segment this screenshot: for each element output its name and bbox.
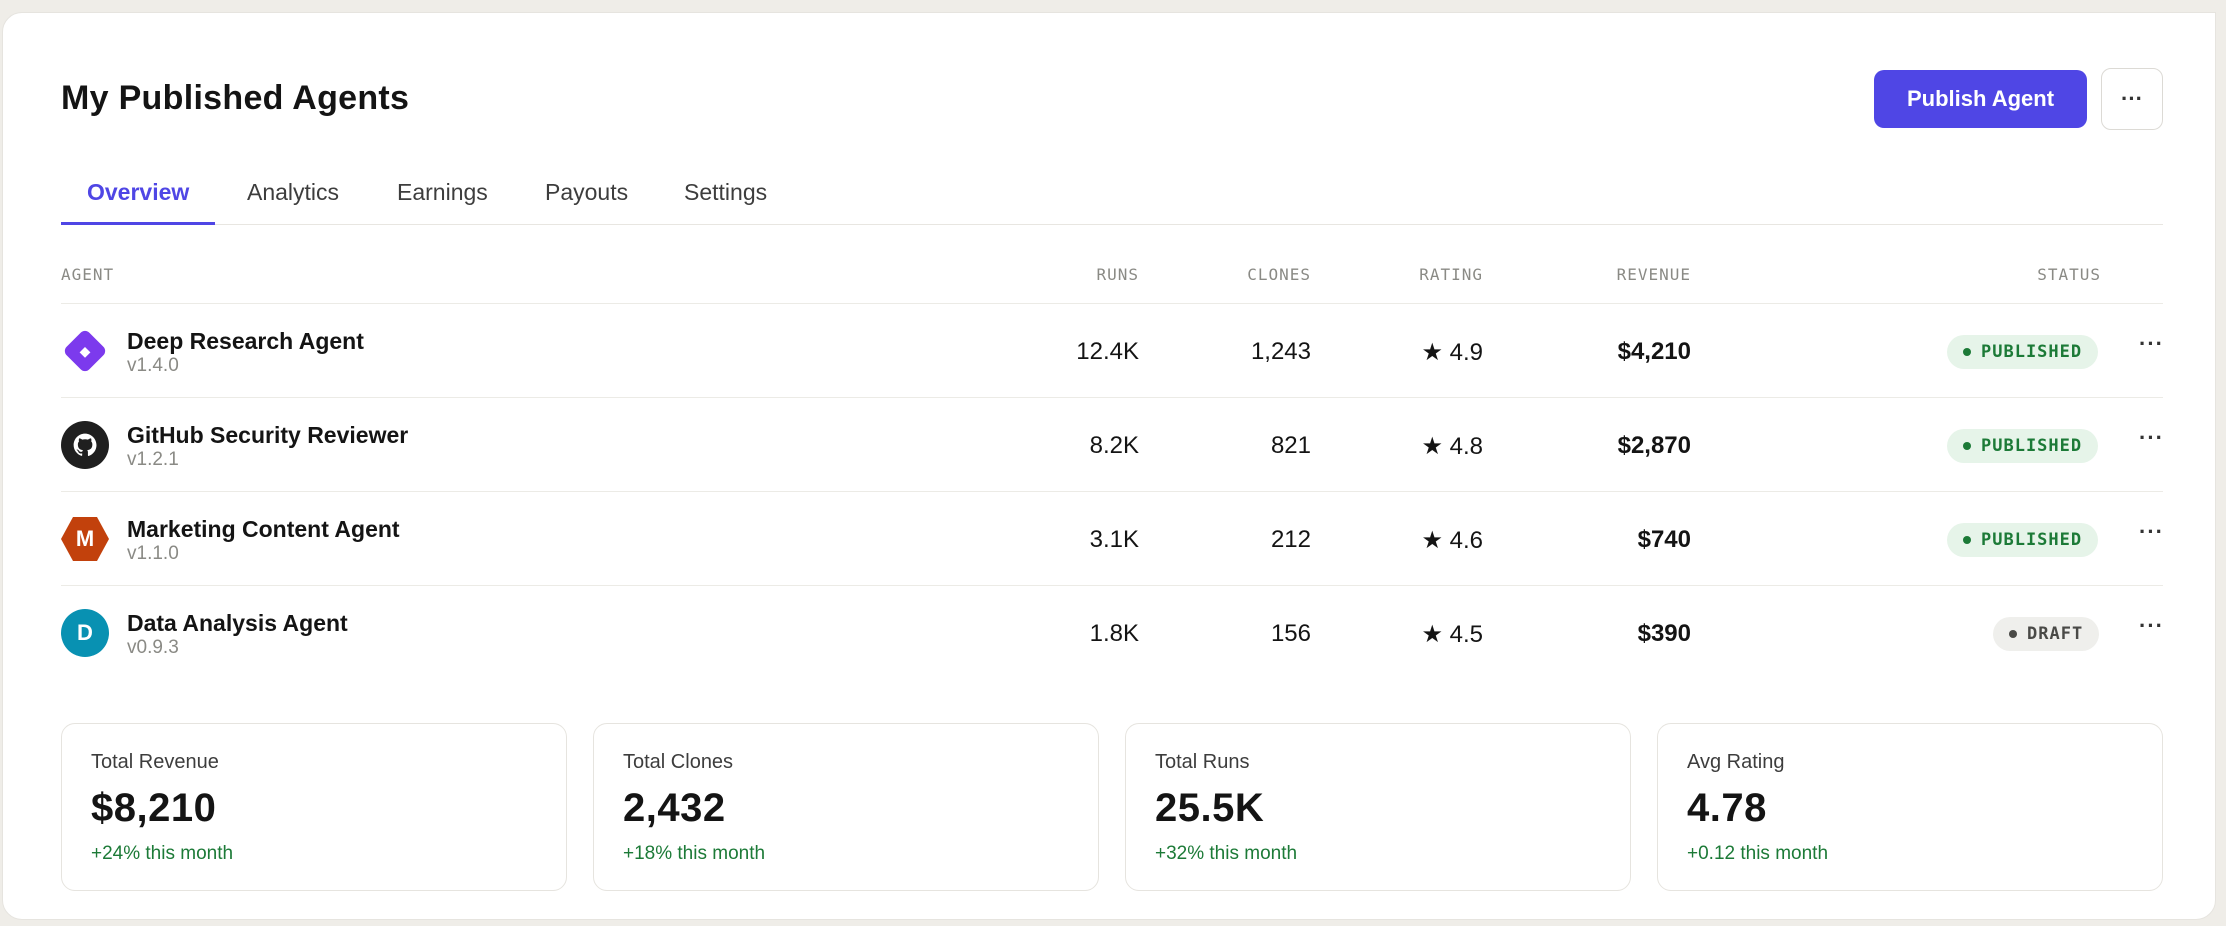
status-badge: DRAFT — [1993, 617, 2100, 651]
stat-label: Total Revenue — [91, 751, 219, 773]
stat-value: $8,210 — [91, 786, 217, 830]
row-more-icon[interactable]: ··· — [2139, 331, 2164, 357]
table-row[interactable]: D Data Analysis Agent v0.9.3 1.8K 156 ★ … — [61, 585, 2163, 679]
table-row[interactable]: M Marketing Content Agent v1.1.0 3.1K 21… — [61, 491, 2163, 585]
revenue-value: $390 — [1637, 620, 1691, 647]
more-icon: ··· — [2121, 86, 2143, 111]
revenue-value: $740 — [1637, 526, 1691, 553]
column-header-rating: RATING — [1419, 265, 1483, 284]
agent-name[interactable]: GitHub Security Reviewer — [127, 422, 408, 449]
tab-analytics[interactable]: Analytics — [247, 179, 339, 225]
rating-value: ★ 4.8 — [1421, 433, 1483, 460]
clones-value: 1,243 — [1250, 338, 1311, 365]
column-header-status: STATUS — [2037, 265, 2101, 284]
stat-card-avg-rating: Avg Rating 4.78 +0.12 this month — [1657, 723, 2163, 891]
publish-agent-button[interactable]: Publish Agent — [1874, 70, 2087, 128]
row-more-icon[interactable]: ··· — [2139, 425, 2164, 451]
stat-delta: +0.12 this month — [1687, 843, 1829, 864]
clones-value: 821 — [1270, 432, 1311, 459]
stat-label: Avg Rating — [1687, 751, 1785, 773]
row-more-icon[interactable]: ··· — [2139, 519, 2164, 545]
stat-value: 2,432 — [623, 786, 726, 830]
stat-label: Total Runs — [1155, 751, 1250, 773]
circle-d-icon: D — [61, 609, 109, 657]
tab-earnings[interactable]: Earnings — [397, 179, 488, 225]
github-icon — [61, 421, 109, 469]
stat-delta: +18% this month — [623, 843, 766, 864]
stat-card-total-clones: Total Clones 2,432 +18% this month — [593, 723, 1099, 891]
table-row[interactable]: ◆ Deep Research Agent v1.4.0 12.4K 1,243… — [61, 303, 2163, 397]
stat-card-total-revenue: Total Revenue $8,210 +24% this month — [61, 723, 567, 891]
column-header-runs: RUNS — [1096, 265, 1139, 284]
agent-version: v1.4.0 — [127, 355, 179, 376]
status-badge: PUBLISHED — [1947, 335, 2099, 369]
runs-value: 12.4K — [1076, 338, 1139, 365]
agent-version: v1.1.0 — [127, 543, 179, 564]
tab-payouts[interactable]: Payouts — [545, 179, 628, 225]
agent-name[interactable]: Marketing Content Agent — [127, 516, 400, 543]
stat-label: Total Clones — [623, 751, 734, 773]
stat-delta: +32% this month — [1155, 843, 1298, 864]
runs-value: 8.2K — [1089, 432, 1139, 459]
column-header-clones: CLONES — [1247, 265, 1311, 284]
stat-value: 4.78 — [1687, 786, 1767, 830]
column-header-agent: AGENT — [61, 265, 115, 284]
revenue-value: $4,210 — [1617, 338, 1691, 365]
column-header-revenue: REVENUE — [1616, 265, 1691, 284]
agent-name[interactable]: Data Analysis Agent — [127, 610, 348, 637]
hexagon-m-icon: M — [61, 515, 109, 563]
status-badge: PUBLISHED — [1947, 523, 2099, 557]
page-title: My Published Agents — [61, 79, 410, 117]
more-options-button[interactable]: ··· — [2101, 68, 2163, 130]
row-more-icon[interactable]: ··· — [2139, 613, 2164, 639]
diamond-icon: ◆ — [61, 327, 109, 375]
clones-value: 156 — [1270, 620, 1311, 647]
tab-settings[interactable]: Settings — [684, 179, 767, 225]
tab-overview[interactable]: Overview — [61, 179, 216, 225]
rating-value: ★ 4.5 — [1421, 621, 1483, 648]
agents-card: My Published Agents Publish Agent ··· Ov… — [2, 12, 2216, 920]
stat-card-total-runs: Total Runs 25.5K +32% this month — [1125, 723, 1631, 891]
runs-value: 1.8K — [1089, 620, 1139, 647]
rating-value: ★ 4.9 — [1421, 339, 1483, 366]
revenue-value: $2,870 — [1617, 432, 1691, 459]
agent-version: v1.2.1 — [127, 449, 179, 470]
agent-name[interactable]: Deep Research Agent — [127, 328, 364, 355]
status-badge: PUBLISHED — [1947, 429, 2099, 463]
agent-version: v0.9.3 — [127, 637, 179, 658]
stat-delta: +24% this month — [91, 843, 234, 864]
stat-value: 25.5K — [1155, 786, 1265, 830]
clones-value: 212 — [1270, 526, 1311, 553]
rating-value: ★ 4.6 — [1421, 527, 1483, 554]
tab-bar: Overview Analytics Earnings Payouts Sett… — [61, 161, 2163, 225]
runs-value: 3.1K — [1089, 526, 1139, 553]
table-row[interactable]: GitHub Security Reviewer v1.2.1 8.2K 821… — [61, 397, 2163, 491]
